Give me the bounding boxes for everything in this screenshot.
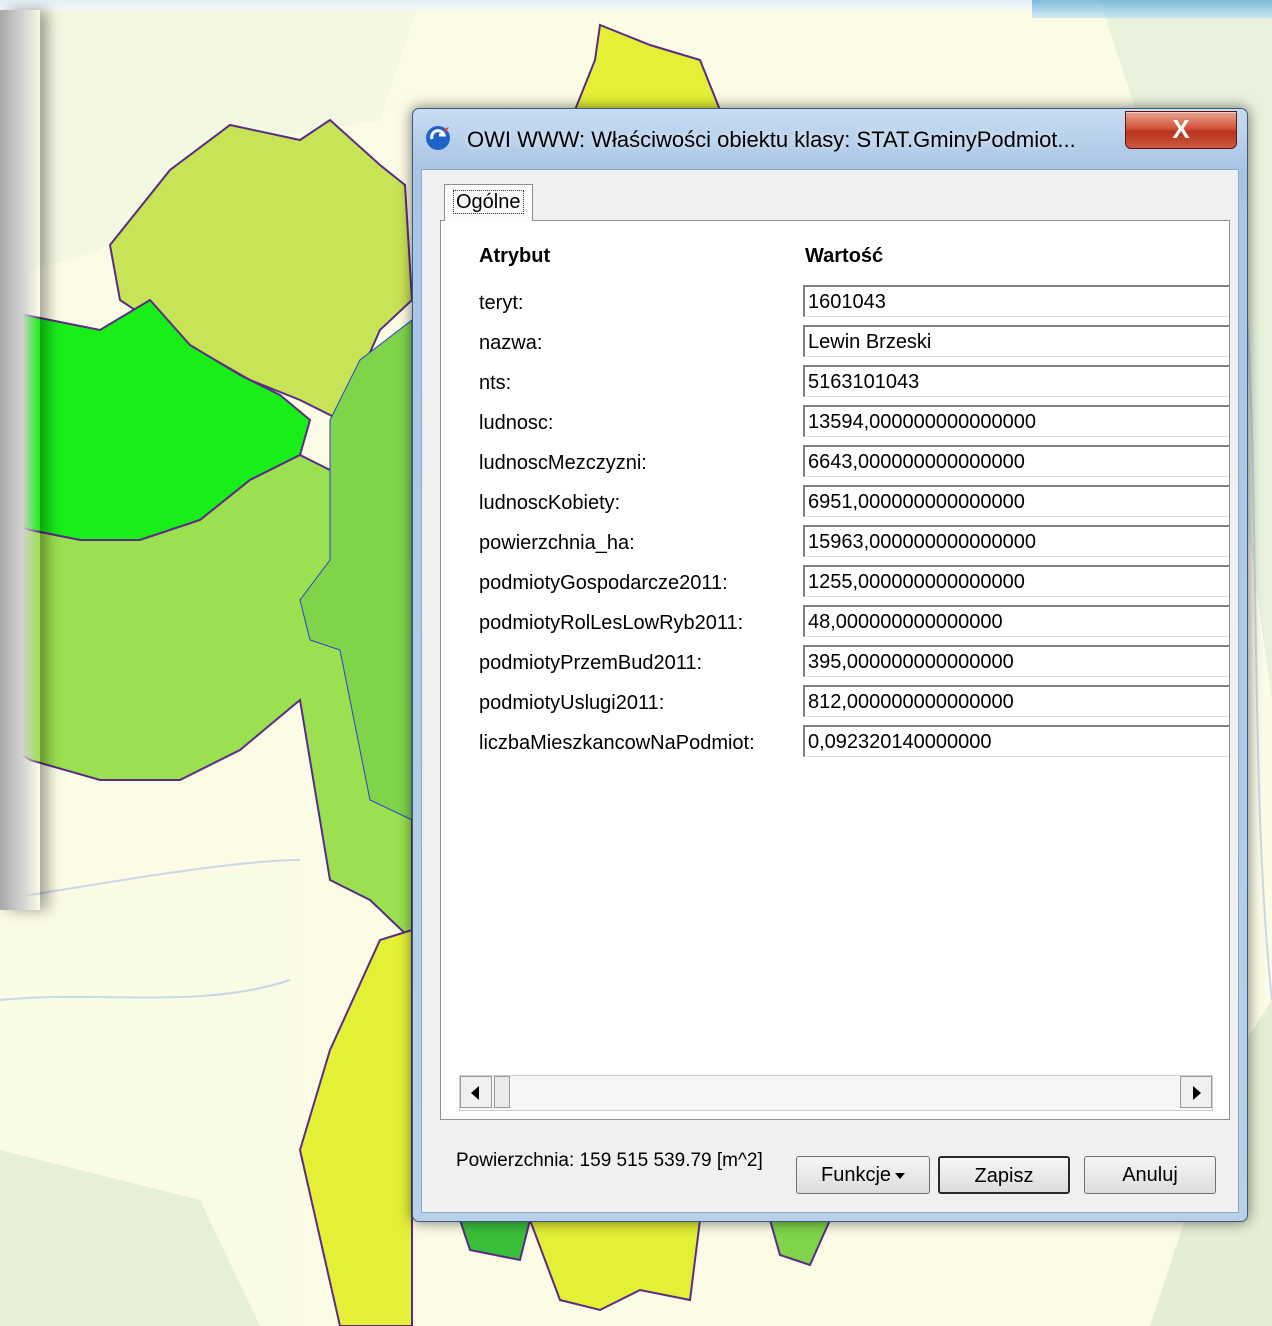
map-top-strip (0, 0, 1040, 10)
area-status-text: Powierzchnia: 159 515 539.79 [m^2] (456, 1150, 763, 1171)
scroll-right-button[interactable] (1180, 1076, 1212, 1108)
attribute-row: podmiotyRolLesLowRyb2011: 48,00000000000… (463, 605, 1229, 643)
attribute-label: podmiotyRolLesLowRyb2011: (479, 612, 744, 634)
map-region (298, 928, 413, 1326)
dropdown-caret-icon (895, 1172, 906, 1179)
attribute-row: powierzchnia_ha: 15963,000000000000000 (463, 525, 1229, 563)
attribute-label: ludnosc: (479, 412, 554, 434)
attribute-label: ludnoscMezczyzni: (479, 452, 647, 474)
attribute-label: nazwa: (479, 332, 543, 354)
map-corner-decoration (1032, 0, 1272, 18)
arrow-left-icon (471, 1086, 479, 1100)
arrow-right-icon (1193, 1086, 1201, 1100)
attribute-row: podmiotyUslugi2011: 812,000000000000000 (463, 685, 1229, 723)
attribute-value-field[interactable]: 6951,000000000000000 (803, 485, 1229, 517)
funkcje-button-label: Funkcje (820, 1164, 892, 1186)
attribute-label: nts: (479, 372, 512, 394)
tab-panel: Atrybut Wartość teryt: 1601043 nazwa: Le… (440, 220, 1230, 1120)
properties-dialog[interactable]: OWI WWW: Właściwości obiektu klasy: STAT… (412, 108, 1248, 1222)
map-region (528, 1219, 702, 1312)
attribute-value-field[interactable]: 395,000000000000000 (803, 645, 1229, 677)
column-header-attribute: Atrybut (479, 245, 551, 267)
scroll-left-button[interactable] (460, 1076, 492, 1108)
tab-ogolne-label: Ogólne (453, 190, 524, 214)
scroll-thumb[interactable] (494, 1076, 510, 1108)
attribute-value-field[interactable]: 5163101043 (803, 365, 1229, 397)
attribute-row: nazwa: Lewin Brzeski (463, 325, 1229, 363)
attribute-value-field[interactable]: 15963,000000000000000 (803, 525, 1229, 557)
attribute-label: liczbaMieszkancowNaPodmiot: (479, 732, 755, 754)
close-button[interactable]: X (1125, 111, 1237, 149)
map-region (573, 23, 722, 111)
attribute-value-field[interactable]: 812,000000000000000 (803, 685, 1229, 717)
column-header-value: Wartość (805, 245, 884, 267)
horizontal-scrollbar[interactable] (459, 1075, 1213, 1111)
attribute-row: ludnosc: 13594,000000000000000 (463, 405, 1229, 443)
attribute-value-field[interactable]: 6643,000000000000000 (803, 445, 1229, 477)
attribute-value-field[interactable]: 1255,000000000000000 (803, 565, 1229, 597)
side-panel-shadow (0, 10, 40, 910)
attribute-label: ludnoscKobiety: (479, 492, 621, 514)
attribute-value-field[interactable]: 48,000000000000000 (803, 605, 1229, 637)
dialog-client-area: Ogólne Atrybut Wartość teryt: 1601043 na… (421, 169, 1239, 1213)
zapisz-button[interactable]: Zapisz (938, 1156, 1070, 1194)
app-icon (426, 126, 450, 150)
dialog-titlebar[interactable]: OWI WWW: Właściwości obiektu klasy: STAT… (413, 109, 1247, 169)
attribute-row: podmiotyGospodarcze2011: 1255,0000000000… (463, 565, 1229, 603)
attribute-row: teryt: 1601043 (463, 285, 1229, 323)
attribute-value-field[interactable]: Lewin Brzeski (803, 325, 1229, 357)
funkcje-button[interactable]: Funkcje (796, 1156, 930, 1194)
attribute-value-field[interactable]: 13594,000000000000000 (803, 405, 1229, 437)
dialog-title: OWI WWW: Właściwości obiektu klasy: STAT… (467, 127, 1076, 152)
attribute-row: podmiotyPrzemBud2011: 395,00000000000000… (463, 645, 1229, 683)
attribute-label: teryt: (479, 292, 524, 314)
attribute-row: liczbaMieszkancowNaPodmiot: 0,0923201400… (463, 725, 1229, 763)
attribute-label: podmiotyPrzemBud2011: (479, 652, 703, 674)
tab-ogolne[interactable]: Ogólne (444, 184, 533, 221)
attribute-label: podmiotyGospodarcze2011: (479, 572, 728, 594)
attribute-label: podmiotyUslugi2011: (479, 692, 665, 714)
attribute-row: nts: 5163101043 (463, 365, 1229, 403)
attribute-label: powierzchnia_ha: (479, 532, 635, 554)
attribute-value-field[interactable]: 0,092320140000000 (803, 725, 1229, 757)
attribute-row: ludnoscKobiety: 6951,000000000000000 (463, 485, 1229, 523)
map-region (458, 1219, 532, 1262)
map-region (768, 1219, 832, 1267)
attribute-value-field[interactable]: 1601043 (803, 285, 1229, 317)
anuluj-button[interactable]: Anuluj (1084, 1156, 1216, 1194)
attribute-row: ludnoscMezczyzni: 6643,000000000000000 (463, 445, 1229, 483)
